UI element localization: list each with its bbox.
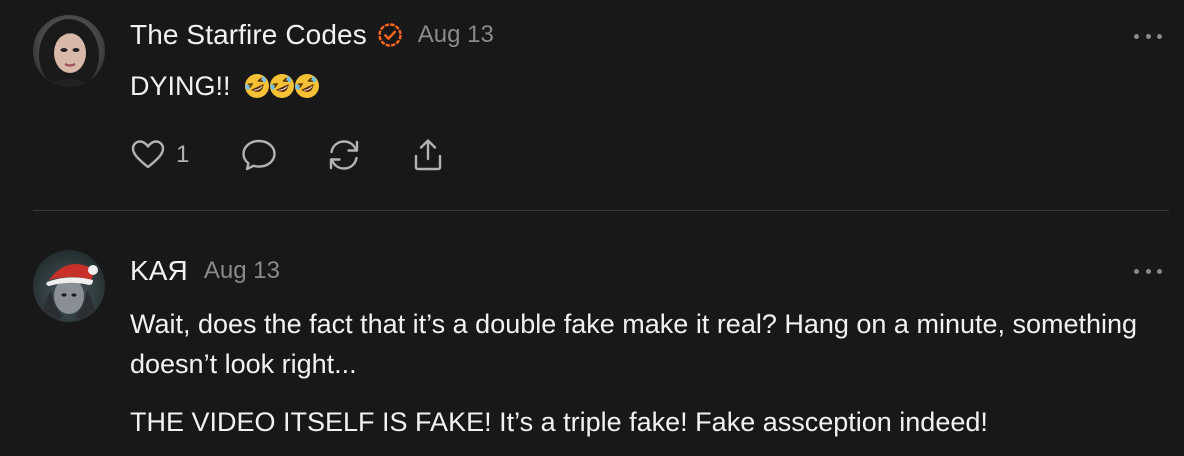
comment-feed: The Starfire Codes Aug 13 DYING!! 1 KAЯ … xyxy=(0,0,1184,456)
avatar[interactable] xyxy=(33,15,105,87)
comment-body: DYING!! xyxy=(130,66,1144,106)
comment-header: The Starfire Codes Aug 13 xyxy=(130,19,494,51)
emoji-group xyxy=(243,72,319,100)
comment-text: DYING!! xyxy=(130,71,231,101)
restack-button[interactable] xyxy=(326,137,410,173)
more-options-icon[interactable] xyxy=(1134,266,1162,276)
comment-icon xyxy=(242,139,276,171)
check-badge-icon xyxy=(377,22,403,48)
comment-body: Wait, does the fact that it’s a double f… xyxy=(130,304,1144,442)
share-icon xyxy=(414,139,442,171)
author-name[interactable]: The Starfire Codes xyxy=(130,19,367,51)
comment: KAЯ Aug 13 Wait, does the fact that it’s… xyxy=(0,211,1184,456)
comment-paragraph: THE VIDEO ITSELF IS FAKE! It’s a triple … xyxy=(130,407,988,437)
like-count: 1 xyxy=(176,141,190,168)
comment: The Starfire Codes Aug 13 DYING!! 1 xyxy=(0,0,1184,210)
avatar[interactable] xyxy=(33,250,105,322)
rofl-emoji-icon xyxy=(244,74,269,98)
avatar-image xyxy=(33,15,105,87)
comment-header: KAЯ Aug 13 xyxy=(130,255,280,287)
avatar-image xyxy=(33,250,105,322)
comment-paragraph: Wait, does the fact that it’s a double f… xyxy=(130,309,1138,379)
more-options-icon[interactable] xyxy=(1134,31,1162,41)
comment-actions: 1 xyxy=(130,137,446,173)
restack-icon xyxy=(329,140,359,170)
rofl-emoji-icon xyxy=(269,74,294,98)
share-button[interactable] xyxy=(410,137,446,173)
rofl-emoji-icon xyxy=(294,74,319,98)
comment-button[interactable] xyxy=(240,137,326,173)
author-name[interactable]: KAЯ xyxy=(130,255,188,287)
timestamp[interactable]: Aug 13 xyxy=(204,257,280,285)
heart-icon xyxy=(131,140,165,169)
like-button[interactable]: 1 xyxy=(130,137,240,173)
timestamp[interactable]: Aug 13 xyxy=(418,21,494,49)
